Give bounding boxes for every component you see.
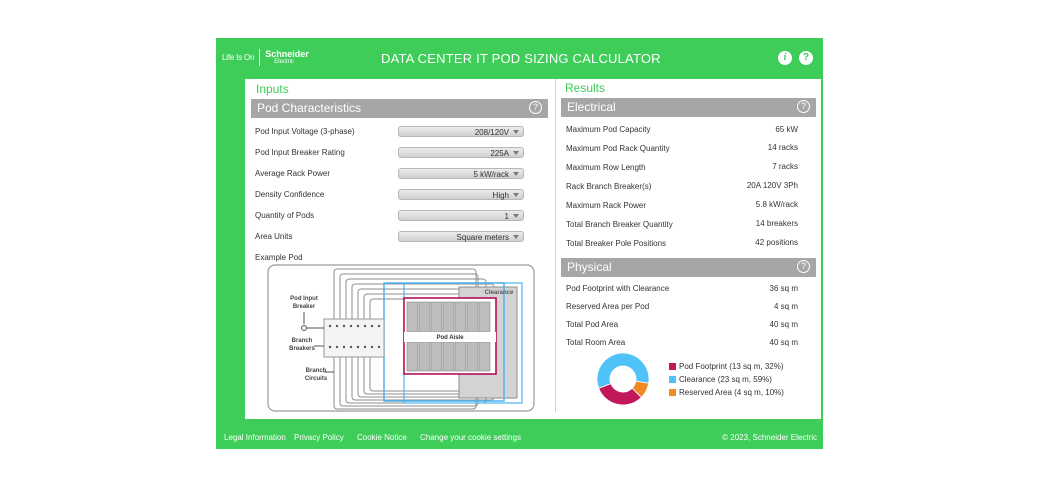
- results-title: Results: [565, 81, 606, 95]
- logo-brand: Schneider Electric: [265, 49, 309, 66]
- select-value: 1: [504, 212, 509, 221]
- result-value: 65 kW: [775, 125, 798, 134]
- result-label: Maximum Pod Capacity: [566, 125, 651, 134]
- result-label: Total Breaker Pole Positions: [566, 239, 667, 248]
- diagram-label-pod-aisle: Pod Aisle: [436, 335, 464, 341]
- info-icon[interactable]: i: [778, 51, 792, 65]
- column-divider: [555, 79, 556, 412]
- result-label: Pod Footprint with Clearance: [566, 284, 670, 293]
- legend-label: Reserved Area (4 sq m, 10%): [679, 388, 784, 397]
- electrical-help-icon[interactable]: ?: [797, 100, 810, 113]
- field-label: Pod Input Breaker Rating: [255, 148, 345, 157]
- legend-label: Clearance (23 sq m, 59%): [679, 375, 772, 384]
- app-frame: Life Is On Schneider Electric DATA CENTE…: [216, 38, 823, 449]
- pod-characteristics-bar: Pod Characteristics ?: [251, 99, 548, 118]
- diagram-label-clearance: Clearance: [485, 290, 514, 296]
- electrical-results: Maximum Pod Capacity 65 kW Maximum Pod Ra…: [566, 125, 798, 265]
- select-value: 5 kW/rack: [473, 170, 509, 179]
- chevron-down-icon: [513, 214, 519, 218]
- chevron-down-icon: [513, 172, 519, 176]
- diagram-label-branch-circuits-1: Branch: [306, 368, 327, 374]
- result-label: Maximum Pod Rack Quantity: [566, 144, 670, 153]
- area-donut-chart: [596, 352, 650, 406]
- result-value: 7 racks: [772, 162, 798, 171]
- main-content: Inputs Pod Characteristics ? Pod Input V…: [245, 79, 821, 419]
- example-pod-diagram: Pod Input Breaker Branch Breakers Branch…: [267, 264, 535, 412]
- chevron-down-icon: [513, 193, 519, 197]
- legend-swatch: [669, 363, 676, 370]
- legend-swatch: [669, 389, 676, 396]
- result-label: Total Room Area: [566, 338, 626, 347]
- pod-characteristics-label: Pod Characteristics: [257, 101, 362, 115]
- legend-item-reserved-area: Reserved Area (4 sq m, 10%): [669, 388, 784, 397]
- cookie-settings-link[interactable]: Change your cookie settings: [420, 433, 521, 442]
- cookie-notice-link[interactable]: Cookie Notice: [357, 433, 407, 442]
- result-label: Rack Branch Breaker(s): [566, 182, 652, 191]
- inputs-title: Inputs: [256, 82, 289, 96]
- result-value: 42 positions: [755, 238, 798, 247]
- legend-swatch: [669, 376, 676, 383]
- area-units-select[interactable]: Square meters: [398, 231, 524, 242]
- result-value: 14 breakers: [755, 219, 798, 228]
- result-value: 5.8 kW/rack: [755, 200, 798, 209]
- schneider-logo[interactable]: Life Is On Schneider Electric: [222, 49, 309, 66]
- field-label: Quantity of Pods: [255, 211, 315, 220]
- footer: Legal Information Privacy Policy Cookie …: [216, 429, 823, 449]
- quantity-select[interactable]: 1: [398, 210, 524, 221]
- result-value: 36 sq m: [769, 284, 798, 293]
- result-label: Reserved Area per Pod: [566, 302, 650, 311]
- result-value: 20A 120V 3Ph: [746, 181, 798, 190]
- result-value: 40 sq m: [769, 320, 798, 329]
- chevron-down-icon: [513, 130, 519, 134]
- result-value: 14 racks: [767, 143, 798, 152]
- logo-brand-sub: Electric: [274, 59, 294, 65]
- diagram-label-branch-circuits-2: Circuits: [305, 376, 328, 382]
- field-label: Density Confidence: [255, 190, 325, 199]
- logo-separator: [259, 49, 261, 66]
- breaker-rating-select[interactable]: 225A: [398, 147, 524, 158]
- field-label: Area Units: [255, 232, 293, 241]
- example-pod-label: Example Pod: [255, 253, 303, 262]
- density-confidence-select[interactable]: High: [398, 189, 524, 200]
- electrical-label: Electrical: [567, 100, 616, 114]
- diagram-label-pod-input-2: Breaker: [293, 304, 316, 310]
- result-value: 4 sq m: [773, 302, 798, 311]
- diagram-label-pod-input-1: Pod Input: [290, 296, 318, 302]
- select-value: 225A: [490, 149, 509, 158]
- physical-bar: Physical ?: [561, 258, 816, 277]
- copyright: © 2023, Schneider Electric: [722, 433, 817, 442]
- voltage-select[interactable]: 208/120V: [398, 126, 524, 137]
- legend-item-pod-footprint: Pod Footprint (13 sq m, 32%): [669, 362, 784, 371]
- select-value: 208/120V: [474, 128, 509, 137]
- legal-information-link[interactable]: Legal Information: [224, 433, 286, 442]
- chevron-down-icon: [513, 235, 519, 239]
- result-label: Maximum Row Length: [566, 163, 646, 172]
- chevron-down-icon: [513, 151, 519, 155]
- privacy-policy-link[interactable]: Privacy Policy: [294, 433, 344, 442]
- pod-characteristics-help-icon[interactable]: ?: [529, 101, 542, 114]
- physical-label: Physical: [567, 260, 612, 274]
- app-title: DATA CENTER IT POD SIZING CALCULATOR: [381, 51, 661, 66]
- select-value: High: [492, 191, 509, 200]
- result-value: 40 sq m: [769, 338, 798, 347]
- result-label: Total Branch Breaker Quantity: [566, 220, 673, 229]
- logo-tagline: Life Is On: [222, 53, 255, 62]
- rack-power-select[interactable]: 5 kW/rack: [398, 168, 524, 179]
- diagram-label-branch-breakers-1: Branch: [292, 338, 313, 344]
- legend-label: Pod Footprint (13 sq m, 32%): [679, 362, 784, 371]
- field-label: Average Rack Power: [255, 169, 330, 178]
- help-icon[interactable]: ?: [799, 51, 813, 65]
- result-label: Maximum Rack Power: [566, 201, 647, 210]
- select-value: Square meters: [456, 233, 509, 242]
- legend-item-clearance: Clearance (23 sq m, 59%): [669, 375, 772, 384]
- electrical-bar: Electrical ?: [561, 98, 816, 117]
- diagram-label-branch-breakers-2: Breakers: [289, 346, 315, 352]
- logo-brand-name: Schneider: [265, 49, 309, 59]
- field-label: Pod Input Voltage (3-phase): [255, 127, 355, 136]
- app-header: Life Is On Schneider Electric DATA CENTE…: [216, 38, 823, 79]
- result-label: Total Pod Area: [566, 320, 619, 329]
- physical-help-icon[interactable]: ?: [797, 260, 810, 273]
